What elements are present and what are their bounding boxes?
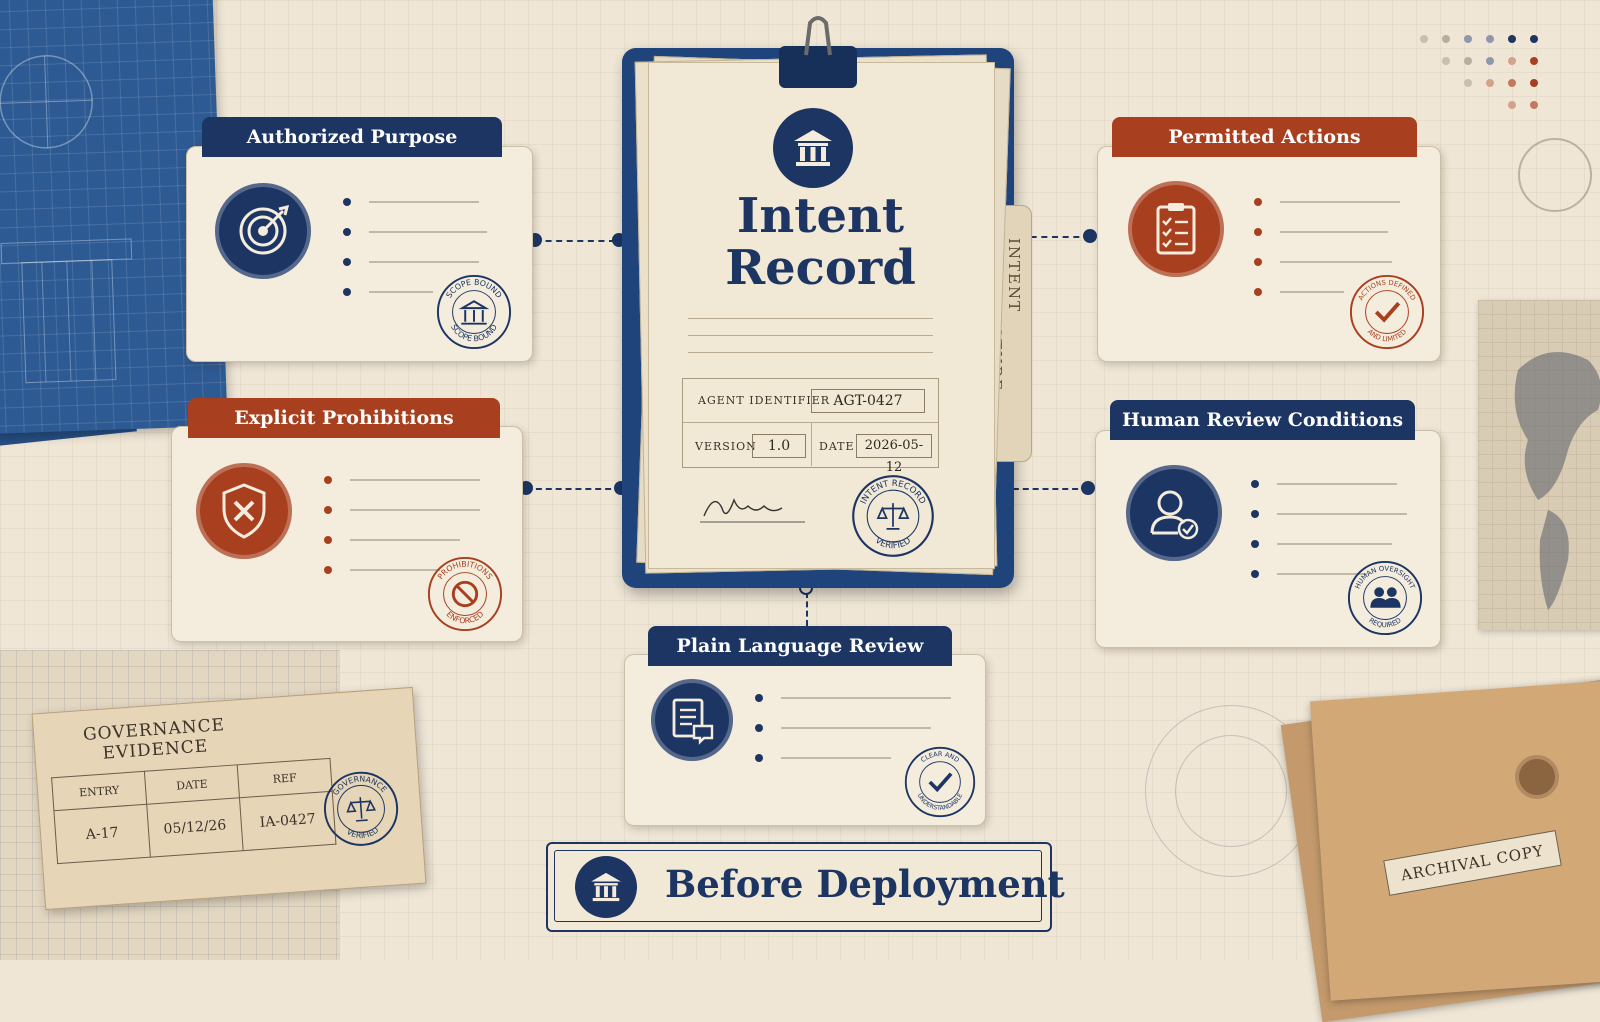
- version-label: VERSION: [695, 440, 757, 453]
- version-value: 1.0: [752, 434, 806, 458]
- paper-rule: [688, 318, 933, 319]
- human-review-title: Human Review Conditions: [1110, 400, 1415, 440]
- scales-emblem-icon: [1518, 138, 1592, 212]
- document-chat-icon: [651, 679, 733, 761]
- svg-text:AND LIMITED: AND LIMITED: [1366, 328, 1408, 344]
- target-icon: [215, 183, 311, 279]
- prohibitions-enforced-stamp: PROHIBITIONS ENFORCED: [426, 555, 504, 633]
- paper-rule: [688, 352, 933, 353]
- governance-verified-stamp: GOVERNANCE VERIFIED: [319, 767, 402, 850]
- scope-bound-stamp: SCOPE BOUND SCOPE BOUND: [435, 273, 513, 351]
- connector-authorized: [535, 240, 615, 242]
- human-review-card: HUMAN OVERSIGHT REQUIRED: [1095, 430, 1441, 648]
- compass-inner: [1175, 735, 1287, 847]
- svg-text:VERIFIED: VERIFIED: [345, 825, 381, 841]
- actions-defined-stamp: ACTIONS DEFINED AND LIMITED: [1348, 273, 1426, 351]
- connector-prohibitions: [526, 488, 621, 490]
- svg-text:REQUIRED: REQUIRED: [1367, 616, 1402, 629]
- connector-dot: [1081, 481, 1095, 495]
- intent-record-verified-stamp: INTENT RECORD VERIFIED: [850, 473, 936, 559]
- before-deployment-label: Before Deployment: [665, 862, 1065, 906]
- shield-x-icon: [196, 463, 292, 559]
- world-map-icon: [1514, 352, 1600, 610]
- connector-dot: [1083, 229, 1097, 243]
- authorized-purpose-title: Authorized Purpose: [202, 117, 502, 157]
- dot-pattern: [1415, 30, 1565, 120]
- user-check-icon: [1126, 465, 1222, 561]
- form-divider-vertical: [811, 423, 812, 466]
- paper-rule: [688, 335, 933, 336]
- svg-text:PROHIBITIONS: PROHIBITIONS: [436, 560, 494, 581]
- evidence-table: ENTRY DATE REF A-17 05/12/26 IA-0427: [51, 758, 336, 864]
- plain-language-card: CLEAR AND UNDERSTANDABLE: [624, 654, 986, 826]
- authorized-purpose-card: SCOPE BOUND SCOPE BOUND: [186, 146, 533, 362]
- explicit-prohibitions-title: Explicit Prohibitions: [188, 398, 500, 438]
- folder-button-icon: [1515, 755, 1559, 799]
- connector-human-review: [1003, 488, 1088, 490]
- title-line2: Record: [725, 240, 916, 296]
- svg-text:ENFORCED: ENFORCED: [445, 610, 486, 626]
- page-title: Intent Record: [648, 190, 993, 294]
- svg-text:VERIFIED: VERIFIED: [873, 536, 913, 552]
- permitted-actions-card: ACTIONS DEFINED AND LIMITED: [1097, 146, 1441, 362]
- map-fragment: [1478, 300, 1600, 630]
- connector-plain-language: [806, 592, 808, 626]
- evidence-cell-entry: A-17: [53, 804, 151, 864]
- institution-logo-icon: [575, 856, 637, 918]
- human-oversight-stamp: HUMAN OVERSIGHT REQUIRED: [1346, 559, 1424, 637]
- clipboard-checklist-icon: [1128, 181, 1224, 277]
- svg-text:SCOPE BOUND: SCOPE BOUND: [444, 278, 503, 300]
- clear-understandable-stamp: CLEAR AND UNDERSTANDABLE: [903, 745, 977, 819]
- date-value: 2026-05-12: [856, 434, 932, 475]
- title-line1: Intent: [736, 188, 905, 244]
- signature-icon: [700, 498, 805, 523]
- evidence-cell-date: 05/12/26: [146, 797, 244, 858]
- binder-clip-icon: [804, 16, 832, 56]
- date-label: DATE: [819, 440, 855, 453]
- plain-language-title: Plain Language Review: [648, 626, 952, 666]
- agent-id-value: AGT-0427: [811, 389, 925, 413]
- evidence-title: GOVERNANCE EVIDENCE: [34, 712, 276, 769]
- institution-logo-icon: [773, 108, 853, 188]
- permitted-actions-title: Permitted Actions: [1112, 117, 1417, 157]
- explicit-prohibitions-card: PROHIBITIONS ENFORCED: [171, 426, 523, 642]
- governance-evidence-card: GOVERNANCE EVIDENCE ENTRY DATE REF A-17 …: [31, 686, 427, 911]
